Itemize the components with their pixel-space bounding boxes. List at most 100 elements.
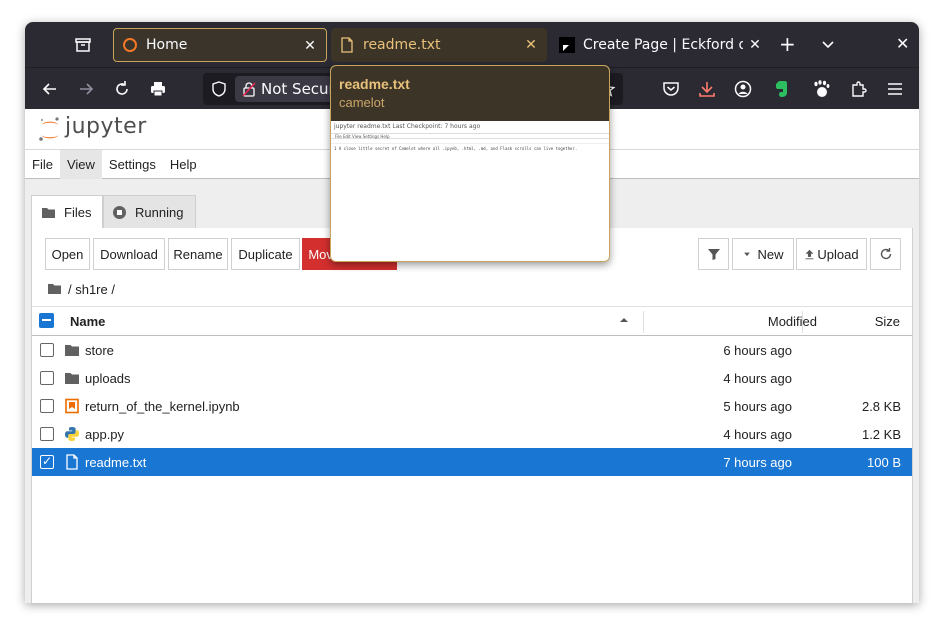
window-close-icon[interactable]: ✕ — [896, 34, 909, 53]
menu-help[interactable]: Help — [163, 150, 204, 179]
upload-icon — [805, 249, 814, 259]
breadcrumb: / sh1re / — [47, 279, 115, 299]
row-checkbox[interactable] — [40, 343, 54, 357]
file-name: store — [85, 343, 114, 358]
sort-ascending-icon[interactable] — [619, 315, 629, 325]
menu-settings[interactable]: Settings — [102, 150, 163, 179]
column-divider[interactable] — [643, 311, 644, 333]
new-button-label: New — [757, 246, 784, 262]
refresh-button[interactable] — [870, 238, 901, 270]
tab-running-label: Running — [135, 204, 184, 220]
thumbnail-menu-text: File Edit View Settings Help — [331, 133, 609, 139]
row-checkbox[interactable] — [40, 427, 54, 441]
rename-button[interactable]: Rename — [168, 238, 228, 270]
upload-button[interactable]: Upload — [796, 238, 867, 270]
evernote-extension-icon[interactable] — [771, 79, 791, 99]
tracking-protection-shield-icon[interactable] — [210, 80, 228, 98]
reload-icon[interactable] — [112, 79, 132, 99]
print-icon[interactable] — [148, 79, 168, 99]
tab-create-page[interactable]: Create Page | Eckford on ✕ — [551, 28, 761, 62]
column-name[interactable]: Name — [70, 314, 105, 329]
file-list: store 6 hours ago uploads 4 hours ago re… — [32, 336, 912, 476]
folder-icon — [42, 208, 55, 218]
row-checkbox[interactable] — [40, 371, 54, 385]
file-row-store[interactable]: store 6 hours ago — [32, 336, 912, 364]
file-modified: 4 hours ago — [723, 427, 792, 442]
jupyter-logo-icon — [39, 117, 59, 141]
python-icon — [65, 427, 79, 441]
file-name: readme.txt — [85, 455, 147, 470]
thumbnail-header-text: jupyter readme.txt Last Checkpoint: 7 ho… — [334, 123, 481, 130]
tab-preview-title: readme.txt — [339, 76, 410, 92]
file-row-python[interactable]: app.py 4 hours ago 1.2 KB — [32, 420, 912, 448]
extensions-puzzle-icon[interactable] — [849, 79, 869, 99]
file-name: return_of_the_kernel.ipynb — [85, 399, 240, 414]
tab-home[interactable]: Home ✕ — [113, 28, 327, 62]
filter-button[interactable] — [698, 238, 729, 270]
gnome-extension-icon[interactable] — [811, 79, 831, 99]
select-all-checkbox[interactable] — [39, 313, 54, 328]
forward-icon[interactable] — [76, 79, 96, 99]
back-icon[interactable] — [40, 79, 60, 99]
tab-label: Create Page | Eckford on — [583, 37, 743, 53]
open-button[interactable]: Open — [45, 238, 90, 270]
tab-strip: Home ✕ readme.txt ✕ Create Page | Eckfor… — [25, 22, 919, 67]
file-size: 1.2 KB — [861, 427, 901, 442]
refresh-icon — [880, 248, 891, 260]
tab-label: readme.txt — [363, 37, 441, 53]
file-name: app.py — [85, 427, 125, 442]
close-icon[interactable]: ✕ — [747, 37, 763, 53]
caret-down-icon — [744, 252, 751, 257]
tab-running[interactable]: Running — [103, 195, 196, 228]
new-button[interactable]: New — [732, 238, 794, 270]
thumbnail-divider — [331, 143, 609, 144]
file-modified: 7 hours ago — [723, 455, 792, 470]
file-icon — [341, 37, 353, 53]
site-favicon-icon — [559, 37, 575, 53]
column-divider[interactable] — [802, 311, 803, 333]
tab-preview-host: camelot — [339, 95, 385, 110]
menu-file[interactable]: File — [25, 150, 60, 179]
tab-groups-icon[interactable] — [73, 35, 93, 55]
chevron-down-icon[interactable] — [820, 34, 836, 54]
row-checkbox-checked[interactable] — [40, 454, 54, 469]
duplicate-button[interactable]: Duplicate — [231, 238, 300, 270]
new-tab-button[interactable]: + — [779, 34, 796, 54]
jupyter-brand: jupyter — [65, 114, 147, 139]
tab-readme[interactable]: readme.txt ✕ — [331, 28, 547, 62]
close-icon[interactable]: ✕ — [523, 37, 539, 53]
file-row-readme[interactable]: readme.txt 7 hours ago 100 B — [32, 448, 912, 476]
running-stop-icon — [113, 205, 126, 219]
tab-preview-header: readme.txt camelot — [331, 66, 609, 121]
close-icon[interactable]: ✕ — [302, 38, 318, 54]
column-size[interactable]: Size — [875, 314, 900, 329]
file-modified: 4 hours ago — [723, 371, 792, 386]
file-list-header: Name Modified Size — [32, 306, 912, 336]
folder-icon[interactable] — [47, 282, 62, 296]
folder-icon — [65, 345, 79, 356]
folder-icon — [65, 373, 79, 384]
tab-files-label: Files — [64, 205, 92, 220]
download-icon[interactable] — [697, 79, 717, 99]
file-modified: 6 hours ago — [723, 343, 792, 358]
breadcrumb-path[interactable]: / sh1re / — [68, 282, 115, 297]
file-size: 2.8 KB — [861, 399, 901, 414]
row-checkbox[interactable] — [40, 399, 54, 413]
file-browser-panel: Open Download Rename Duplicate Move to T… — [31, 228, 913, 603]
pocket-icon[interactable] — [661, 79, 681, 99]
file-row-uploads[interactable]: uploads 4 hours ago — [32, 364, 912, 392]
file-size: 100 B — [867, 455, 901, 470]
account-icon[interactable] — [733, 79, 753, 99]
file-row-notebook[interactable]: return_of_the_kernel.ipynb 5 hours ago 2… — [32, 392, 912, 420]
tab-label: Home — [146, 37, 188, 53]
download-button[interactable]: Download — [93, 238, 165, 270]
menu-view[interactable]: View — [59, 150, 102, 179]
hamburger-menu-icon[interactable] — [885, 79, 905, 99]
tab-preview-popup: readme.txt camelot jupyter readme.txt La… — [330, 65, 610, 262]
column-modified[interactable]: Modified — [768, 314, 817, 329]
insecure-lock-icon — [242, 82, 256, 97]
tab-files[interactable]: Files — [31, 195, 103, 229]
upload-button-label: Upload — [817, 246, 859, 262]
file-modified: 5 hours ago — [723, 399, 792, 414]
notebook-icon — [65, 398, 79, 414]
